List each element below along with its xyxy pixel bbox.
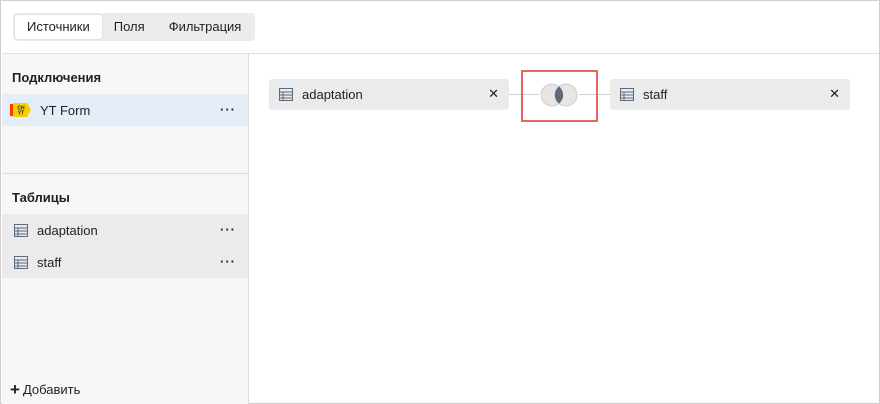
tab-filtering[interactable]: Фильтрация [157,15,254,39]
source-node-left[interactable]: adaptation ✕ [269,79,509,110]
table-icon [279,88,293,101]
app-window: Источники Поля Фильтрация Подключения CH… [0,0,880,404]
tab-group: Источники Поля Фильтрация [13,13,256,41]
join-canvas: adaptation ✕ staff ✕ [250,54,880,404]
table-icon [14,255,28,269]
ch-yt-icon: CH YT [10,102,32,118]
sidebar: Подключения CH YT YT Form ··· Таблицы ad… [2,54,249,404]
table-icon [620,88,634,101]
add-button[interactable]: + Добавить [10,379,81,399]
add-button-label: Добавить [22,382,81,397]
node-label: staff [643,87,668,102]
table-item-adaptation[interactable]: adaptation ··· [2,214,248,246]
plus-icon: + [10,379,20,399]
tables-title: Таблицы [12,190,70,205]
close-icon[interactable]: ✕ [829,86,840,102]
connections-title: Подключения [12,70,102,85]
sidebar-divider [2,173,248,174]
yt-badge-text-bottom: YT [18,111,24,117]
connection-more-icon[interactable]: ··· [220,102,236,117]
table-icon [14,223,28,237]
connection-item[interactable]: CH YT YT Form ··· [2,94,248,126]
inner-join-icon[interactable] [537,83,581,107]
source-node-right[interactable]: staff ✕ [610,79,850,110]
table-item-staff[interactable]: staff ··· [2,246,248,278]
tables-list: adaptation ··· staff ··· [2,214,248,278]
close-icon[interactable]: ✕ [488,86,499,102]
top-bar: Источники Поля Фильтрация [2,2,879,54]
tab-fields[interactable]: Поля [102,15,157,39]
table-more-icon[interactable]: ··· [220,254,236,269]
table-item-label: staff [37,254,62,270]
table-more-icon[interactable]: ··· [220,222,236,237]
table-item-label: adaptation [37,222,98,238]
node-label: adaptation [302,87,363,102]
tab-sources[interactable]: Источники [15,15,102,39]
connection-label: YT Form [40,102,91,118]
